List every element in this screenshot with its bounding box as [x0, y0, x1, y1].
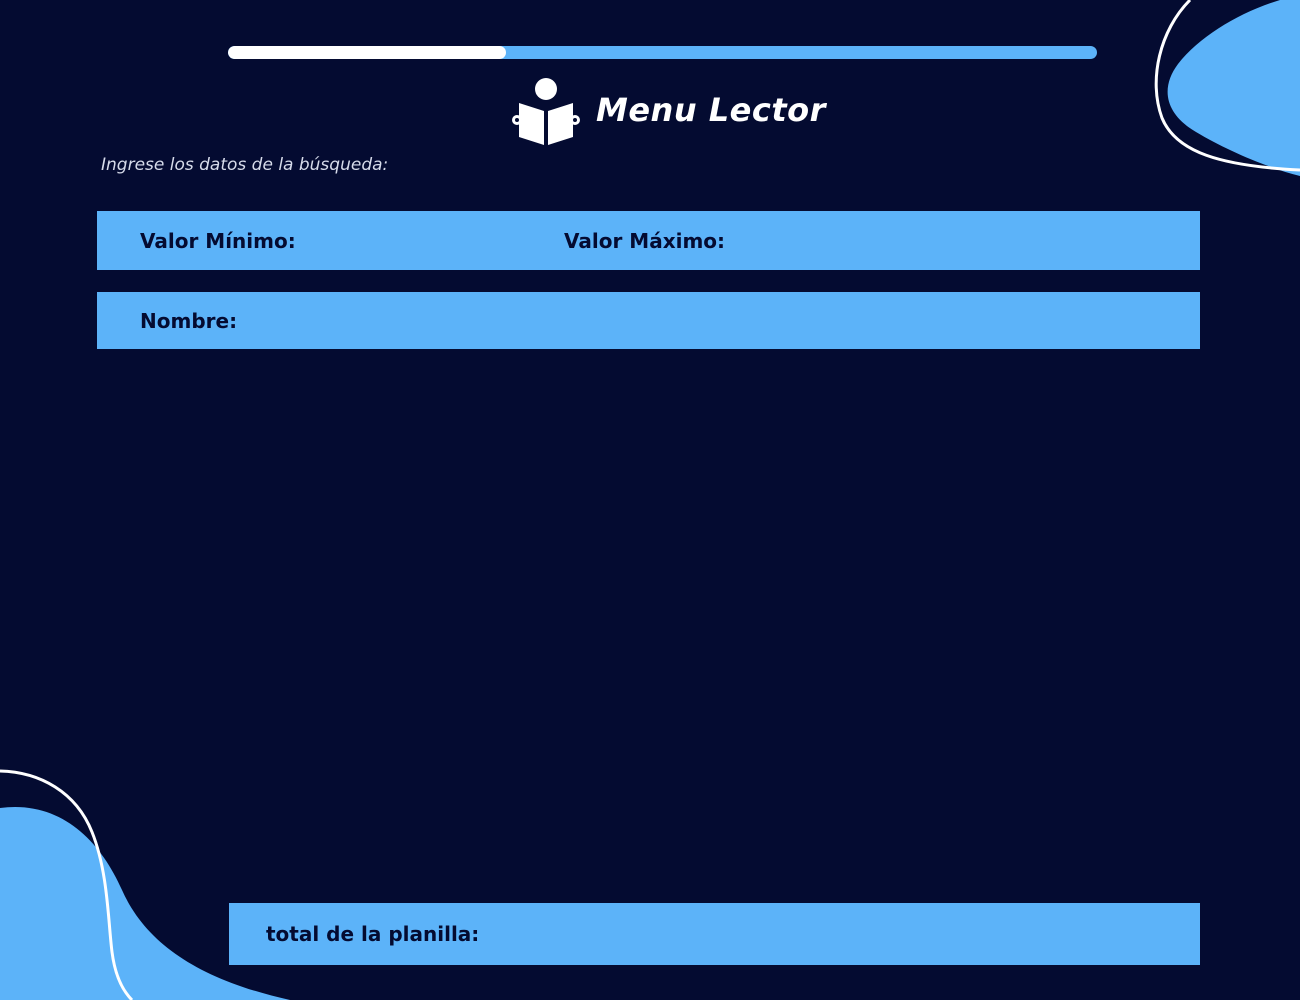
name-row: Nombre:: [97, 292, 1200, 349]
max-value-input[interactable]: [735, 222, 1220, 259]
max-value-label: Valor Máximo:: [564, 228, 726, 253]
max-value-field: Valor Máximo:: [564, 211, 1220, 270]
top-right-blob: [1167, 0, 1300, 176]
min-value-label: Valor Mínimo:: [140, 228, 296, 253]
name-input[interactable]: [247, 302, 1132, 339]
search-instructions: Ingrese los datos de la búsqueda:: [101, 155, 389, 175]
range-row: Valor Mínimo: Valor Máximo:: [97, 211, 1220, 270]
reader-icon: [512, 78, 580, 145]
progress-bar: [228, 46, 1097, 59]
total-field: total de la planilla:: [266, 903, 1154, 965]
min-value-field: Valor Mínimo:: [140, 211, 550, 270]
app-header: Menu Lector: [510, 76, 826, 148]
progress-bar-fill: [228, 46, 507, 59]
name-label: Nombre:: [140, 308, 238, 333]
total-input[interactable]: [489, 916, 1154, 952]
min-value-input[interactable]: [305, 222, 550, 259]
app-title: Menu Lector: [596, 91, 826, 129]
total-label: total de la planilla:: [266, 922, 480, 946]
name-field: Nombre:: [140, 292, 1132, 349]
total-row: total de la planilla:: [229, 903, 1200, 965]
decorative-background: [0, 0, 1300, 1000]
